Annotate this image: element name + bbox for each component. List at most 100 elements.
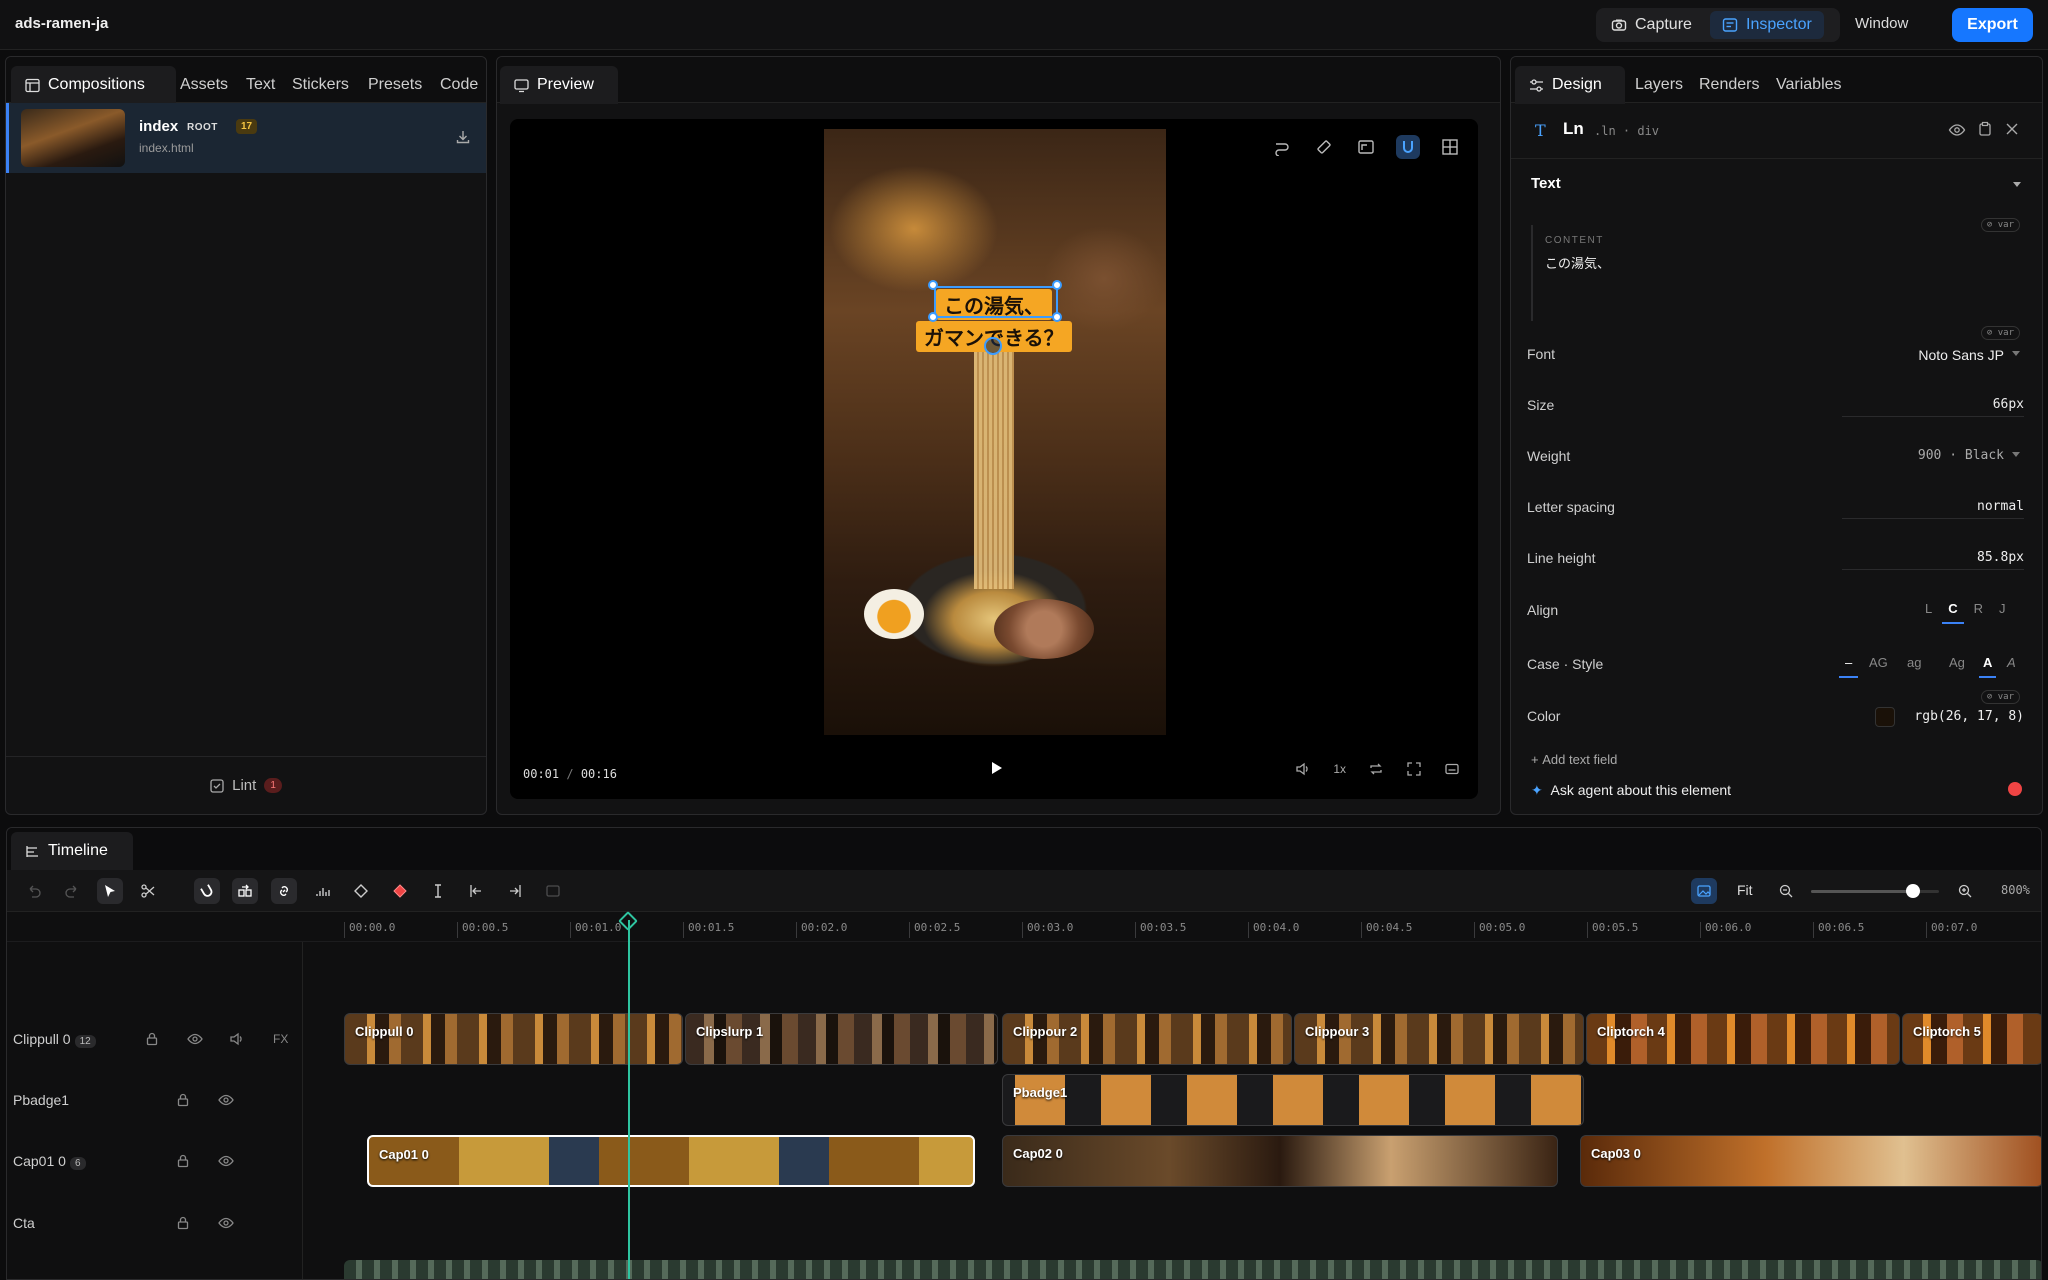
- case-upper-option[interactable]: AG: [1869, 655, 1888, 670]
- captions-icon[interactable]: [1444, 761, 1460, 777]
- video-clip[interactable]: Cliptorch 4: [1586, 1013, 1900, 1065]
- style-italic-option[interactable]: A: [2007, 655, 2016, 670]
- font-value[interactable]: Noto Sans JP: [1918, 347, 2004, 363]
- magnet-snap-icon[interactable]: [194, 878, 220, 904]
- film-icon[interactable]: [540, 878, 566, 904]
- zoom-slider-knob[interactable]: [1906, 884, 1921, 898]
- rotate-handle[interactable]: [984, 337, 1002, 355]
- case-lower-option[interactable]: ag: [1907, 655, 1921, 670]
- badge-clip[interactable]: Pbadge1: [1002, 1074, 1584, 1126]
- caption-clip[interactable]: Cap01 0: [367, 1135, 975, 1187]
- case-none-option[interactable]: –: [1839, 655, 1859, 678]
- scissors-icon[interactable]: [135, 878, 161, 904]
- fullscreen-icon[interactable]: [1406, 761, 1422, 777]
- weight-value[interactable]: 900 · Black: [1918, 448, 2004, 463]
- tab-preview[interactable]: Preview: [500, 66, 618, 104]
- jump-start-icon[interactable]: [463, 878, 489, 904]
- resize-handle[interactable]: [1052, 312, 1062, 322]
- tab-renders[interactable]: Renders: [1699, 66, 1759, 104]
- caption-clip[interactable]: Cap03 0: [1580, 1135, 2041, 1187]
- size-value[interactable]: 66px: [1993, 397, 2024, 412]
- var-chip[interactable]: ⊘ var: [1980, 218, 2020, 232]
- safe-area-icon[interactable]: [1354, 135, 1378, 159]
- timeline-ruler[interactable]: 00:00.0 00:00.5 00:01.0 00:01.5 00:02.0 00:02…: [7, 912, 2041, 942]
- text-cursor-icon[interactable]: [425, 878, 451, 904]
- tab-compositions[interactable]: Compositions: [11, 66, 176, 104]
- eye-icon[interactable]: [218, 1216, 234, 1230]
- align-center-option[interactable]: C: [1942, 601, 1964, 624]
- grid-icon[interactable]: [1438, 135, 1462, 159]
- path-icon[interactable]: [1270, 135, 1294, 159]
- video-clip[interactable]: Clippour 3: [1294, 1013, 1584, 1065]
- ruler-icon[interactable]: [1312, 135, 1336, 159]
- case-capitalize-option[interactable]: Ag: [1949, 655, 1965, 670]
- composition-item[interactable]: index ROOT 17 index.html: [6, 103, 486, 173]
- eye-icon[interactable]: [218, 1093, 234, 1107]
- var-chip[interactable]: ⊘ var: [1980, 690, 2020, 704]
- keyframe-record-icon[interactable]: [387, 878, 413, 904]
- close-icon[interactable]: [2005, 122, 2019, 136]
- playhead[interactable]: [628, 920, 630, 1279]
- resize-handle[interactable]: [928, 312, 938, 322]
- zoom-in-icon[interactable]: [1952, 878, 1978, 904]
- video-clip[interactable]: Clippour 2: [1002, 1013, 1292, 1065]
- color-swatch[interactable]: [1875, 707, 1895, 727]
- speed-selector[interactable]: 1x: [1333, 762, 1346, 776]
- record-indicator[interactable]: [2008, 782, 2022, 796]
- add-text-field-button[interactable]: + Add text field: [1531, 752, 1617, 767]
- link-icon[interactable]: [271, 878, 297, 904]
- eye-icon[interactable]: [218, 1154, 234, 1168]
- eye-icon[interactable]: [1948, 121, 1966, 139]
- play-icon[interactable]: [987, 759, 1005, 777]
- fit-button[interactable]: Fit: [1737, 882, 1753, 898]
- tab-design[interactable]: Design: [1515, 66, 1625, 104]
- fx-button[interactable]: FX: [273, 1032, 288, 1046]
- jump-end-icon[interactable]: [502, 878, 528, 904]
- video-clip[interactable]: Clipslurp 1: [685, 1013, 998, 1065]
- tab-text[interactable]: Text: [246, 66, 275, 104]
- tab-timeline[interactable]: Timeline: [11, 832, 133, 870]
- zoom-slider[interactable]: [1811, 884, 1939, 898]
- tab-layers[interactable]: Layers: [1635, 66, 1683, 104]
- eye-icon[interactable]: [187, 1032, 203, 1046]
- volume-icon[interactable]: [1295, 761, 1311, 777]
- tab-code[interactable]: Code: [440, 66, 478, 104]
- keyframe-icon[interactable]: [348, 878, 374, 904]
- caption-clip[interactable]: Cap02 0: [1002, 1135, 1558, 1187]
- video-clip[interactable]: Cliptorch 5: [1902, 1013, 2041, 1065]
- undo-icon[interactable]: [21, 878, 47, 904]
- resize-handle[interactable]: [928, 280, 938, 290]
- ask-agent-row[interactable]: ✦ Ask agent about this element: [1531, 782, 1731, 799]
- redo-icon[interactable]: [59, 878, 85, 904]
- window-menu[interactable]: Window: [1855, 15, 1908, 32]
- tab-presets[interactable]: Presets: [368, 66, 422, 104]
- select-tool-icon[interactable]: [97, 878, 123, 904]
- capture-button[interactable]: Capture: [1599, 11, 1704, 39]
- align-left-option[interactable]: L: [1925, 601, 1932, 624]
- letter-spacing-value[interactable]: normal: [1977, 499, 2024, 514]
- content-field[interactable]: CONTENT この湯気、: [1531, 225, 2026, 321]
- loop-icon[interactable]: [1368, 761, 1384, 777]
- clipboard-icon[interactable]: [1977, 121, 1993, 137]
- chevron-down-icon[interactable]: [2012, 181, 2022, 189]
- zoom-out-icon[interactable]: [1773, 878, 1799, 904]
- ripple-icon[interactable]: [232, 878, 258, 904]
- cta-clip[interactable]: [344, 1260, 2041, 1279]
- resize-handle[interactable]: [1052, 280, 1062, 290]
- lock-icon[interactable]: [145, 1032, 159, 1046]
- thumbnail-toggle-icon[interactable]: [1691, 878, 1717, 904]
- tab-variables[interactable]: Variables: [1776, 66, 1842, 104]
- color-value[interactable]: rgb(26, 17, 8): [1914, 709, 2024, 724]
- video-frame[interactable]: この湯気、 ガマンできる？: [824, 129, 1166, 735]
- lock-icon[interactable]: [176, 1154, 190, 1168]
- line-height-value[interactable]: 85.8px: [1977, 550, 2024, 565]
- waveform-icon[interactable]: [310, 878, 336, 904]
- magnet-icon[interactable]: [1396, 135, 1420, 159]
- align-justify-option[interactable]: J: [1999, 601, 2006, 624]
- download-icon[interactable]: [455, 129, 471, 145]
- video-clip[interactable]: Clippull 0: [344, 1013, 683, 1065]
- lint-button[interactable]: Lint 1: [6, 756, 486, 814]
- speaker-icon[interactable]: [229, 1032, 245, 1046]
- align-right-option[interactable]: R: [1974, 601, 1983, 624]
- style-normal-option[interactable]: A: [1979, 655, 1997, 678]
